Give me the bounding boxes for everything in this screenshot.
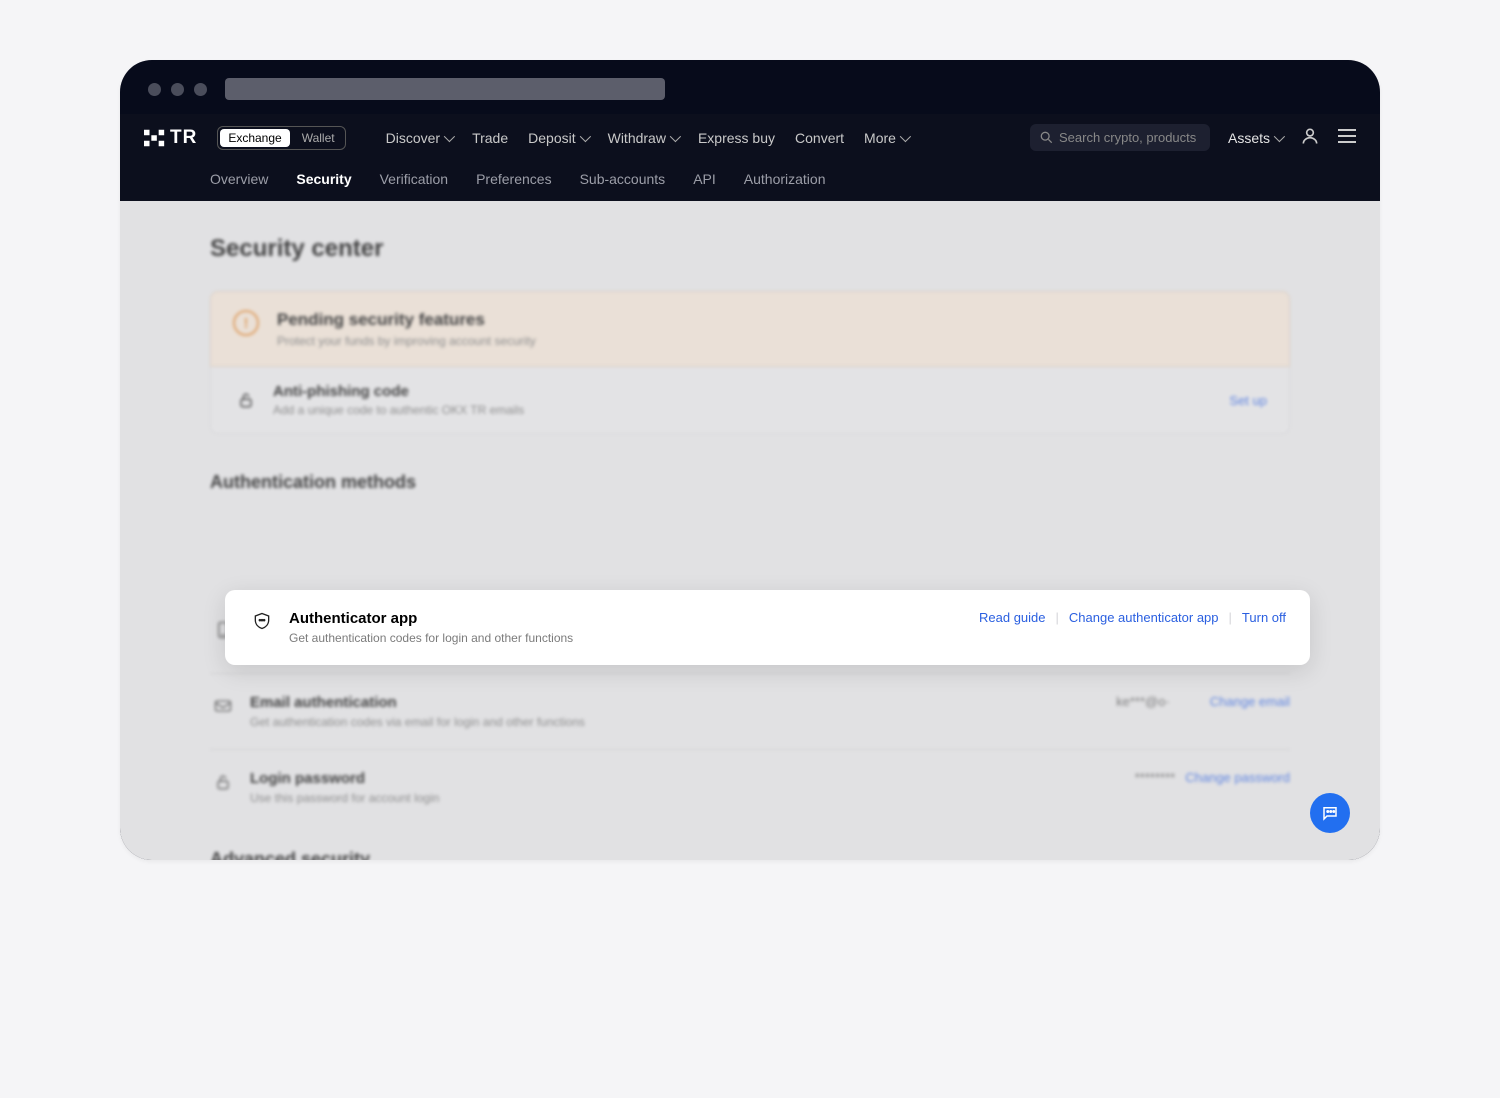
search-icon <box>1040 131 1053 144</box>
authenticator-actions: Read guide | Change authenticator app | … <box>979 610 1286 625</box>
nav-deposit[interactable]: Deposit <box>528 130 587 146</box>
nav-express-buy[interactable]: Express buy <box>698 130 775 146</box>
auth-section-title: Authentication methods <box>210 472 1290 493</box>
email-masked: ke***@o· <box>1116 694 1170 709</box>
advanced-section-title: Advanced security <box>210 849 1290 860</box>
window-max-dot[interactable] <box>194 83 207 96</box>
email-actions: ke***@o· Change email <box>1116 694 1290 709</box>
password-row: Login password Use this password for acc… <box>210 750 1290 825</box>
nav-withdraw[interactable]: Withdraw <box>608 130 678 146</box>
tab-api[interactable]: API <box>693 171 716 187</box>
page-title: Security center <box>210 235 1290 263</box>
chevron-down-icon <box>900 130 911 141</box>
turn-off-link[interactable]: Turn off <box>1242 610 1286 625</box>
browser-window: TR Exchange Wallet Discover Trade Deposi… <box>120 60 1380 860</box>
nav-more[interactable]: More <box>864 130 908 146</box>
shield-check-icon <box>249 610 275 631</box>
main-nav: Discover Trade Deposit Withdraw Express … <box>386 130 908 146</box>
tab-preferences[interactable]: Preferences <box>476 171 551 187</box>
authenticator-card: Authenticator app Get authentication cod… <box>225 590 1310 665</box>
account-subnav: Overview Security Verification Preferenc… <box>120 161 1380 201</box>
chevron-down-icon <box>444 130 455 141</box>
logo-icon <box>144 129 166 147</box>
nav-convert[interactable]: Convert <box>795 130 844 146</box>
mode-switch[interactable]: Exchange Wallet <box>217 126 345 150</box>
alert-icon: ! <box>233 310 259 336</box>
change-password-link[interactable]: Change password <box>1185 770 1290 785</box>
address-bar[interactable] <box>225 78 665 100</box>
pending-security-banner: ! Pending security features Protect your… <box>210 291 1290 367</box>
mode-exchange[interactable]: Exchange <box>220 129 289 147</box>
tab-verification[interactable]: Verification <box>380 171 448 187</box>
anti-desc: Add a unique code to authentic OKX TR em… <box>273 403 524 417</box>
tab-overview[interactable]: Overview <box>210 171 268 187</box>
tab-security[interactable]: Security <box>296 171 351 187</box>
authenticator-title: Authenticator app <box>289 610 573 627</box>
nav-discover[interactable]: Discover <box>386 130 452 146</box>
logo-text: TR <box>170 127 197 149</box>
password-masked: ******** <box>1135 770 1175 785</box>
search-input[interactable]: Search crypto, products <box>1030 124 1210 151</box>
chevron-down-icon <box>1274 130 1285 141</box>
site-header: TR Exchange Wallet Discover Trade Deposi… <box>120 114 1380 161</box>
password-actions: ******** Change password <box>1135 770 1290 785</box>
tab-authorization[interactable]: Authorization <box>744 171 826 187</box>
user-icon[interactable] <box>1300 126 1320 149</box>
change-email-link[interactable]: Change email <box>1210 694 1290 709</box>
anti-title: Anti-phishing code <box>273 383 524 400</box>
search-placeholder: Search crypto, products <box>1059 130 1196 145</box>
assets-menu[interactable]: Assets <box>1228 130 1282 146</box>
tab-sub-accounts[interactable]: Sub-accounts <box>580 171 666 187</box>
nav-trade[interactable]: Trade <box>472 130 508 146</box>
window-min-dot[interactable] <box>171 83 184 96</box>
page-content: Security center ! Pending security featu… <box>120 201 1380 860</box>
read-guide-link[interactable]: Read guide <box>979 610 1046 625</box>
email-auth-row: Email authentication Get authentication … <box>210 674 1290 750</box>
browser-titlebar <box>120 60 1380 114</box>
chevron-down-icon <box>579 130 590 141</box>
chat-fab[interactable] <box>1310 793 1350 833</box>
anti-setup-link[interactable]: Set up <box>1229 393 1267 408</box>
email-desc: Get authentication codes via email for l… <box>250 715 585 729</box>
header-right: Search crypto, products Assets <box>1030 124 1356 151</box>
chevron-down-icon <box>670 130 681 141</box>
email-title: Email authentication <box>250 694 585 711</box>
chat-icon <box>1321 804 1339 822</box>
lock-open-icon <box>210 770 236 792</box>
authenticator-desc: Get authentication codes for login and o… <box>289 631 573 645</box>
pending-desc: Protect your funds by improving account … <box>277 334 536 348</box>
separator: | <box>1229 610 1232 625</box>
window-controls <box>148 83 207 96</box>
window-close-dot[interactable] <box>148 83 161 96</box>
password-title: Login password <box>250 770 439 787</box>
mail-icon <box>210 694 236 716</box>
mode-wallet[interactable]: Wallet <box>292 127 345 149</box>
anti-phishing-row: Anti-phishing code Add a unique code to … <box>210 367 1290 434</box>
lock-shield-icon <box>233 390 259 410</box>
site-logo[interactable]: TR <box>144 127 197 149</box>
pending-title: Pending security features <box>277 310 536 330</box>
hamburger-menu-icon[interactable] <box>1338 129 1356 146</box>
change-authenticator-link[interactable]: Change authenticator app <box>1069 610 1219 625</box>
separator: | <box>1056 610 1059 625</box>
password-desc: Use this password for account login <box>250 791 439 805</box>
